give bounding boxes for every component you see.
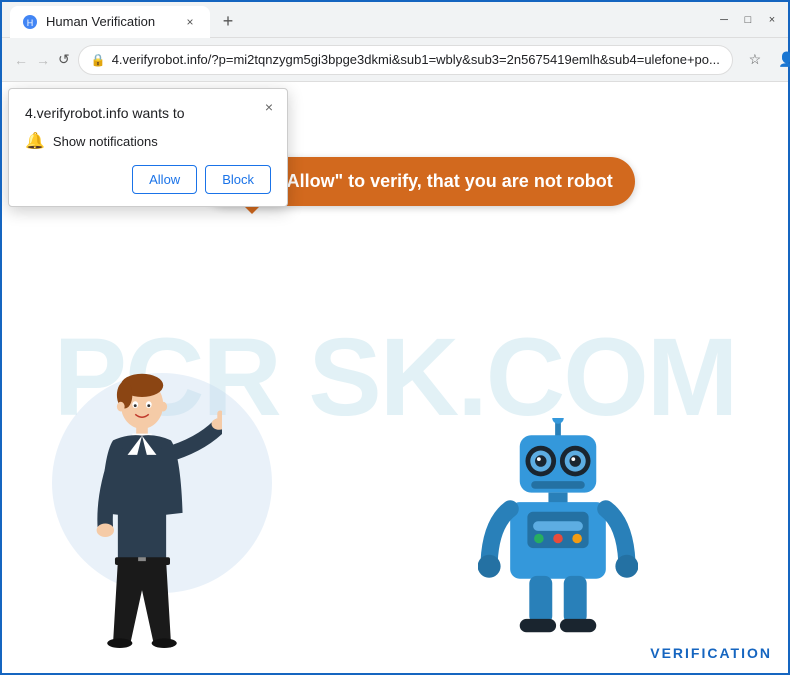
browser-tab[interactable]: H Human Verification × [10,6,210,38]
person-figure [62,368,222,653]
verification-label: VERIFICATION [650,645,772,661]
bookmark-button[interactable]: ☆ [741,46,769,74]
title-bar: H Human Verification × + ─ □ × [2,2,788,38]
svg-text:H: H [27,18,34,28]
popup-buttons: Allow Block [25,165,271,194]
bell-icon: 🔔 [25,131,45,151]
forward-button[interactable]: → [36,46,50,74]
person-svg [62,368,222,648]
robot-svg [478,418,638,638]
back-button[interactable]: ← [14,46,28,74]
tab-close-button[interactable]: × [182,14,198,30]
tab-favicon-icon: H [22,14,38,30]
window-controls: ─ □ × [716,13,780,27]
new-tab-button[interactable]: + [214,8,242,36]
close-window-button[interactable]: × [764,13,780,27]
lock-icon: 🔒 [91,53,106,67]
address-actions: ☆ 👤 ⋮ [741,46,790,74]
popup-close-button[interactable]: × [259,97,279,117]
popup-notification-text: Show notifications [53,134,158,149]
block-button[interactable]: Block [205,165,271,194]
account-button[interactable]: 👤 [773,46,790,74]
tab-title: Human Verification [46,14,174,29]
notification-popup: × 4.verifyrobot.info wants to 🔔 Show not… [8,88,288,207]
maximize-button[interactable]: □ [740,13,756,27]
browser-window: H Human Verification × + ─ □ × ← → ↺ 🔒 4… [0,0,790,675]
reload-button[interactable]: ↺ [58,46,70,74]
address-bar: ← → ↺ 🔒 4.verifyrobot.info/?p=mi2tqnzygm… [2,38,788,82]
popup-notification-row: 🔔 Show notifications [25,131,271,151]
minimize-button[interactable]: ─ [716,13,732,27]
robot-figure [478,418,638,643]
popup-title: 4.verifyrobot.info wants to [25,105,271,121]
allow-button[interactable]: Allow [132,165,197,194]
address-input-bar[interactable]: 🔒 4.verifyrobot.info/?p=mi2tqnzygm5gi3bp… [78,45,733,75]
page-content: × 4.verifyrobot.info wants to 🔔 Show not… [2,82,788,673]
url-text: 4.verifyrobot.info/?p=mi2tqnzygm5gi3bpge… [112,52,720,67]
